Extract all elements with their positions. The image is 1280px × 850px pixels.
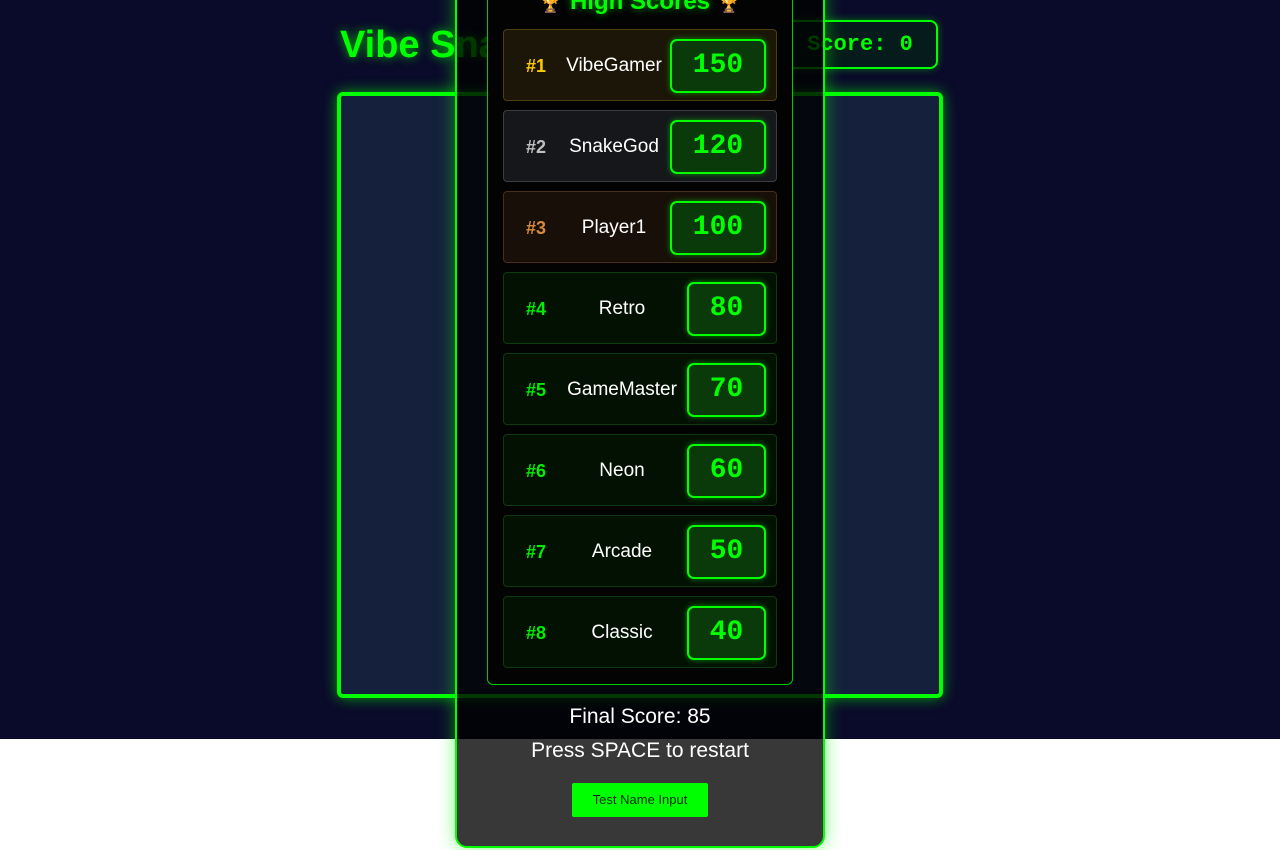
restart-hint: Press SPACE to restart	[531, 739, 749, 762]
high-score-row: #5 GameMaster 70	[503, 353, 777, 425]
player-name: Classic	[591, 622, 653, 643]
high-score-row: #3 Player1 100	[503, 191, 777, 263]
rank-label: #3	[526, 218, 547, 238]
rank-label: #4	[526, 299, 547, 319]
score-badge: 80	[687, 282, 766, 336]
score-badge: 50	[687, 525, 766, 579]
rank-label: #2	[526, 137, 547, 157]
player-name: Arcade	[591, 541, 653, 562]
high-score-row: #7 Arcade 50	[503, 515, 777, 587]
high-scores-heading: 🏆 High Scores 🏆	[487, 0, 793, 15]
high-score-row: #1 VibeGamer 150	[503, 29, 777, 101]
rank-label: #1	[526, 56, 547, 76]
player-name: SnakeGod	[569, 136, 659, 157]
test-name-input-button[interactable]: Test Name Input	[572, 783, 708, 817]
player-name: Retro	[598, 298, 646, 319]
rank-label: #6	[526, 461, 547, 481]
score-badge: 120	[670, 120, 766, 174]
player-name: Neon	[599, 460, 645, 481]
score-badge: 60	[687, 444, 766, 498]
final-score: Final Score: 85	[569, 705, 711, 728]
score-badge: 40	[687, 606, 766, 660]
score-badge: 150	[670, 39, 766, 93]
trophy-icon: 🏆	[716, 0, 742, 14]
high-score-row: #2 SnakeGod 120	[503, 110, 777, 182]
rank-label: #5	[526, 380, 547, 400]
high-scores-title: High Scores	[569, 0, 711, 15]
rank-label: #7	[526, 542, 547, 562]
player-name: Player1	[581, 217, 647, 238]
player-name: VibeGamer	[566, 55, 662, 76]
high-score-row: #8 Classic 40	[503, 596, 777, 668]
trophy-icon: 🏆	[538, 0, 564, 14]
player-name: GameMaster	[567, 379, 677, 400]
high-score-row: #6 Neon 60	[503, 434, 777, 506]
rank-label: #8	[526, 623, 547, 643]
score-badge: 70	[687, 363, 766, 417]
score-badge: 100	[670, 201, 766, 255]
high-score-row: #4 Retro 80	[503, 272, 777, 344]
